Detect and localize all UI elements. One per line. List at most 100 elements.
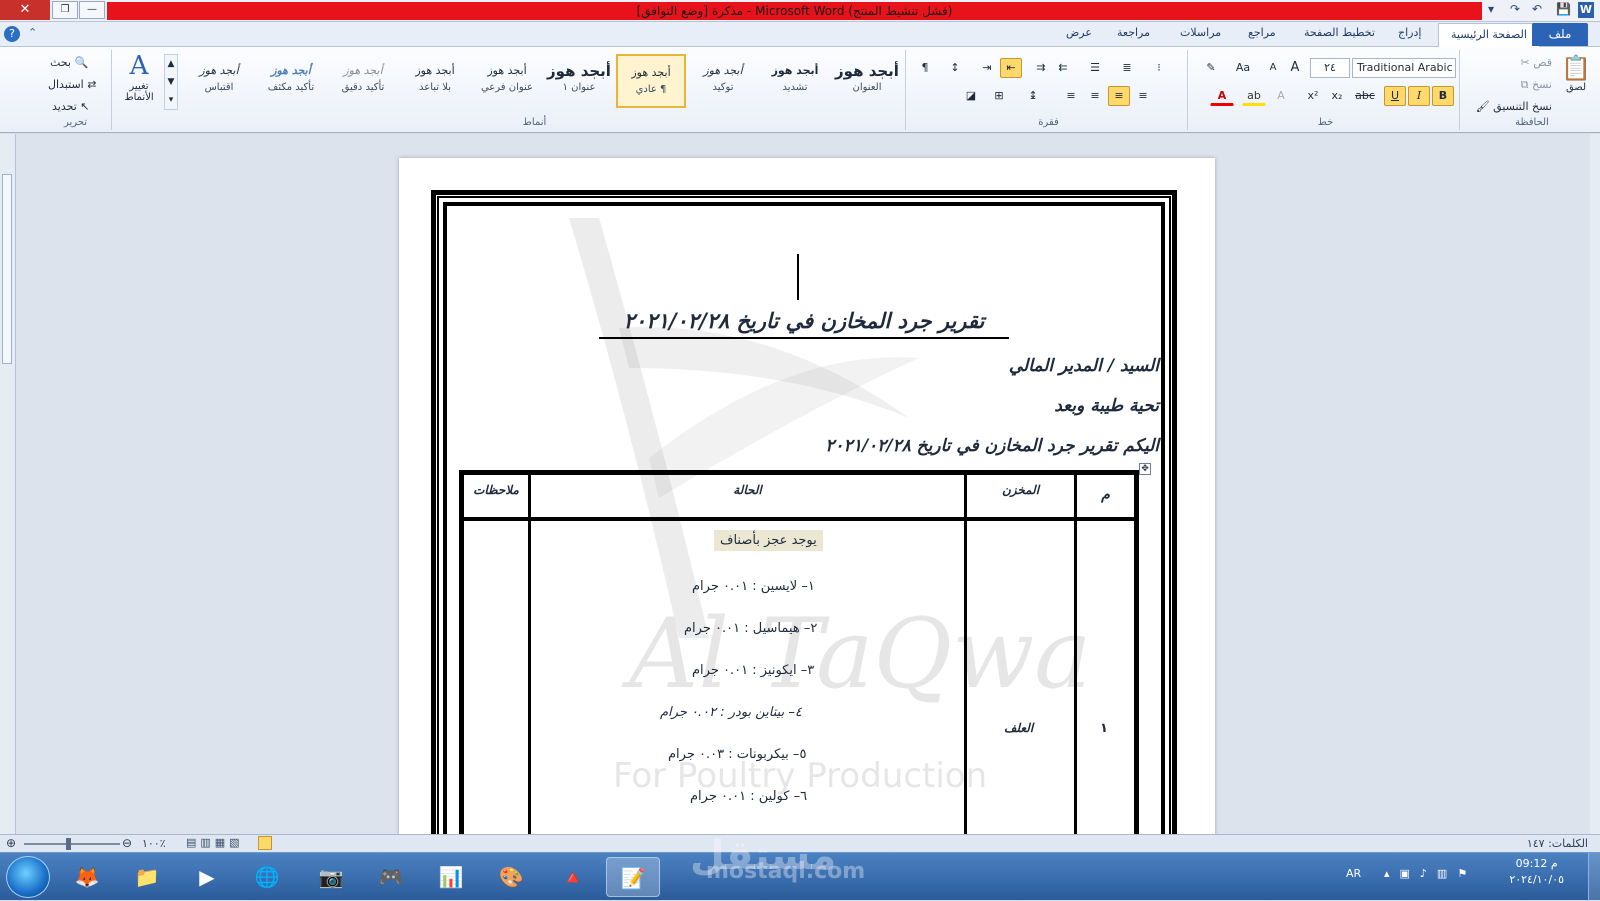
highlight-icon[interactable]: ab [1242,86,1266,106]
show-desktop-button[interactable] [1588,853,1600,901]
borders-icon[interactable]: ⊞ [986,86,1012,106]
bullets-icon[interactable]: ⁝ [1146,58,1172,78]
left-scroll-thumb[interactable] [2,174,12,364]
increase-indent-icon[interactable]: ⇉ [1030,58,1052,78]
grow-font-icon[interactable]: A [1284,58,1306,78]
line-spacing-icon[interactable]: ↨ [1020,86,1046,106]
replace-button[interactable]: ⇄ استبدال [48,78,96,91]
cut-button[interactable]: قص ✂ [1521,56,1552,69]
clock[interactable]: 09:12 م ٢٠٢٤/١٠/٠٥ [1509,857,1564,886]
tab-view[interactable]: عرض [1066,26,1092,39]
style-heading-1[interactable]: أبجد هوز عنوان ١ [544,54,614,108]
firefox-icon[interactable]: 🦊 [60,857,114,897]
word-taskbar-icon[interactable]: 📝 [606,857,660,897]
excel-icon[interactable]: 📊 [424,857,478,897]
help-icon[interactable]: ? [4,26,20,42]
start-button[interactable] [6,856,50,898]
status-item-2[interactable]: ٢– هيماسيل : ٠.٠١ جرام [684,621,817,636]
view-buttons-icon[interactable]: ▤▥▦▧ [186,836,244,849]
shrink-font-icon[interactable]: A [1262,58,1284,78]
styles-scroll[interactable]: ▲ ▼ ▾ [164,54,178,110]
change-styles-button[interactable]: A تغيير الأنماط [116,51,162,113]
sort-icon[interactable]: ↕ [944,58,966,78]
vertical-scrollbar[interactable] [1590,134,1600,834]
store-cell[interactable]: العلف [1004,721,1033,735]
zoom-out-icon[interactable]: ⊖ [122,836,132,850]
undo-icon[interactable]: ↶ [1532,2,1542,16]
file-explorer-icon[interactable]: 📁 [120,857,174,897]
numbering-icon[interactable]: ≣ [1114,58,1140,78]
status-item-4[interactable]: ٤– بيتاين بودر : ٠.٠٢ جرام [660,705,802,720]
tab-page-layout[interactable]: تخطيط الصفحة [1304,26,1375,39]
style-subtitle[interactable]: أبجد هوز عنوان فرعي [472,54,542,108]
table-move-handle-icon[interactable]: ✥ [1139,463,1151,475]
multilevel-list-icon[interactable]: ☰ [1082,58,1108,78]
bold-button[interactable]: B [1432,86,1454,106]
change-case-icon[interactable]: Aa [1230,58,1256,78]
underline-button[interactable]: U [1384,86,1406,106]
minimize-button[interactable]: — [79,1,105,19]
tray-icons[interactable]: ▴▣♪▥⚑ [1384,867,1477,880]
paste-button[interactable]: 📋 لصق [1558,54,1594,114]
align-center-icon[interactable]: ≡ [1108,86,1130,106]
tab-insert[interactable]: إدراج [1398,26,1421,39]
font-size-select[interactable]: ٢٤ [1310,58,1350,78]
find-button[interactable]: 🔍 بحث [50,56,88,69]
zoom-slider-thumb[interactable] [66,838,71,850]
status-item-1[interactable]: ١– لايسين : ٠.٠١ جرام [692,579,815,594]
header-status[interactable]: الحالة [531,483,964,497]
visual-studio-icon[interactable]: ▶ [180,857,234,897]
capture-app-icon[interactable]: 📷 [304,857,358,897]
justify-icon[interactable]: ≡ [1060,86,1082,106]
show-marks-button[interactable]: ¶ [914,58,936,78]
tab-mailings[interactable]: مراسلات [1180,26,1221,39]
style-title[interactable]: أبجد هوز العنوان [832,54,902,108]
row-number-cell[interactable]: ١ [1100,721,1108,736]
language-indicator[interactable]: AR [1346,867,1361,880]
header-num[interactable]: م [1077,487,1134,503]
align-right-icon[interactable]: ≡ [1132,86,1154,106]
text-effects-icon[interactable]: A [1270,86,1292,106]
redo-icon[interactable]: ↷ [1510,2,1520,16]
document-title[interactable]: تقرير جرد المخازن في تاريخ ٢٠٢١/٠٢/٢٨ [599,308,1009,339]
status-heading[interactable]: يوجد عجز بأصناف [714,530,823,551]
word-count[interactable]: الكلمات: ١٤٧ [1527,837,1588,850]
header-store[interactable]: المخزن [967,483,1074,497]
print-layout-icon[interactable] [258,836,272,850]
save-icon[interactable]: 💾 [1556,2,1571,16]
zoom-in-icon[interactable]: ⊕ [6,836,16,850]
zoom-slider[interactable] [24,843,120,845]
style-subtle-emphasis[interactable]: أبجد هوز تأكيد دقيق [328,54,398,108]
vlc-icon[interactable]: 🔺 [546,857,600,897]
tab-home[interactable]: الصفحة الرئيسية [1438,23,1540,48]
tab-review[interactable]: مراجعة [1117,26,1150,39]
greeting-line[interactable]: تحية طيبة وبعد [1054,396,1159,416]
style-emphasis[interactable]: أبجد هوز توكيد [688,54,758,108]
intro-line[interactable]: اليكم تقرير جرد المخازن في تاريخ ٢٠٢١/٠٢… [825,436,1159,456]
status-item-5[interactable]: ٥– بيكربونات : ٠.٠٣ جرام [668,747,806,762]
align-left-icon[interactable]: ≡ [1084,86,1106,106]
style-quote[interactable]: أبجد هوز اقتباس [184,54,254,108]
copy-button[interactable]: نسخ ⧉ [1521,78,1552,92]
minimize-ribbon-icon[interactable]: ⌃ [28,26,37,39]
tab-file[interactable]: ملف [1532,23,1588,46]
font-name-select[interactable]: Traditional Arabic [1352,58,1456,78]
select-button[interactable]: ↖ تحديد [52,100,90,113]
download-manager-icon[interactable]: 🌐 [240,857,294,897]
strikethrough-button[interactable]: abc [1352,86,1378,106]
italic-button[interactable]: I [1408,86,1430,106]
document-page[interactable]: Al TaQwa For Poultry Production تقرير جر… [399,158,1215,858]
restore-button[interactable]: ❐ [52,1,78,19]
font-color-icon[interactable]: A [1210,86,1234,106]
close-button[interactable]: ✕ [0,0,50,20]
header-notes[interactable]: ملاحظات [464,483,528,497]
rtl-icon[interactable]: ⇤ [1000,58,1022,78]
style-no-spacing[interactable]: أبجد هوز بلا تباعد [400,54,470,108]
zoom-level[interactable]: ١٠٠٪ [142,837,166,850]
status-item-3[interactable]: ٣– ايكونيز : ٠.٠١ جرام [692,663,814,678]
tab-references[interactable]: مراجع [1248,26,1276,39]
superscript-button[interactable]: x² [1302,86,1324,106]
salutation-line[interactable]: السيد / المدير المالي [1009,356,1159,376]
customize-qat-icon[interactable]: ▾ [1488,2,1494,16]
shading-icon[interactable]: ◪ [958,86,984,106]
